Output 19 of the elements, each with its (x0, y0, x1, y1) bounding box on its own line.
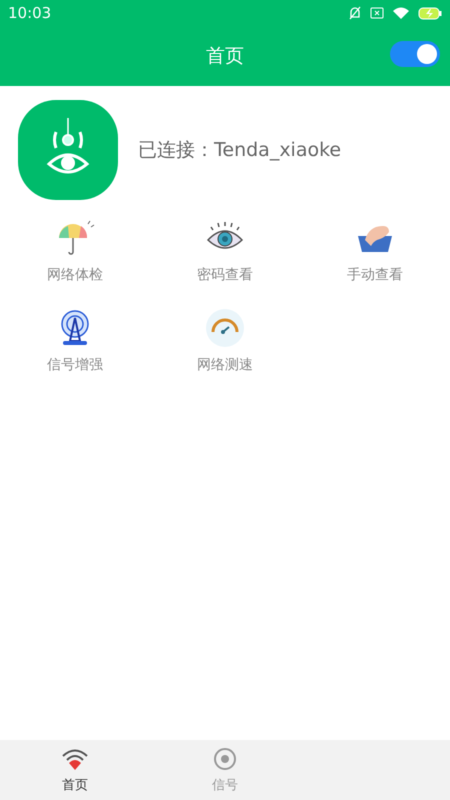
signal-icon (211, 748, 239, 772)
tool-button[interactable]: 网络体检 (0, 212, 150, 290)
nav-tab[interactable]: 信号 (150, 740, 300, 800)
wifi-icon (392, 6, 410, 20)
status-time: 10:03 (8, 4, 52, 22)
sim-off-icon (370, 7, 384, 19)
tool-button[interactable]: 密码查看 (150, 212, 300, 290)
tool-button[interactable]: 网络测速 (150, 302, 300, 380)
tool-button[interactable]: 信号增强 (0, 302, 150, 380)
nav-tab[interactable]: 首页 (0, 740, 150, 800)
wifi-icon (61, 748, 89, 772)
app-logo-icon (18, 100, 118, 200)
muted-bell-icon (348, 6, 362, 20)
battery-charging-icon (418, 6, 442, 20)
connection-status: 已连接：Tenda_xiaoke (138, 138, 342, 163)
speed-gauge-icon (205, 308, 245, 348)
page-title: 首页 (206, 44, 244, 69)
tool-button[interactable]: 手动查看 (300, 212, 450, 290)
toggle-switch[interactable] (390, 41, 440, 67)
